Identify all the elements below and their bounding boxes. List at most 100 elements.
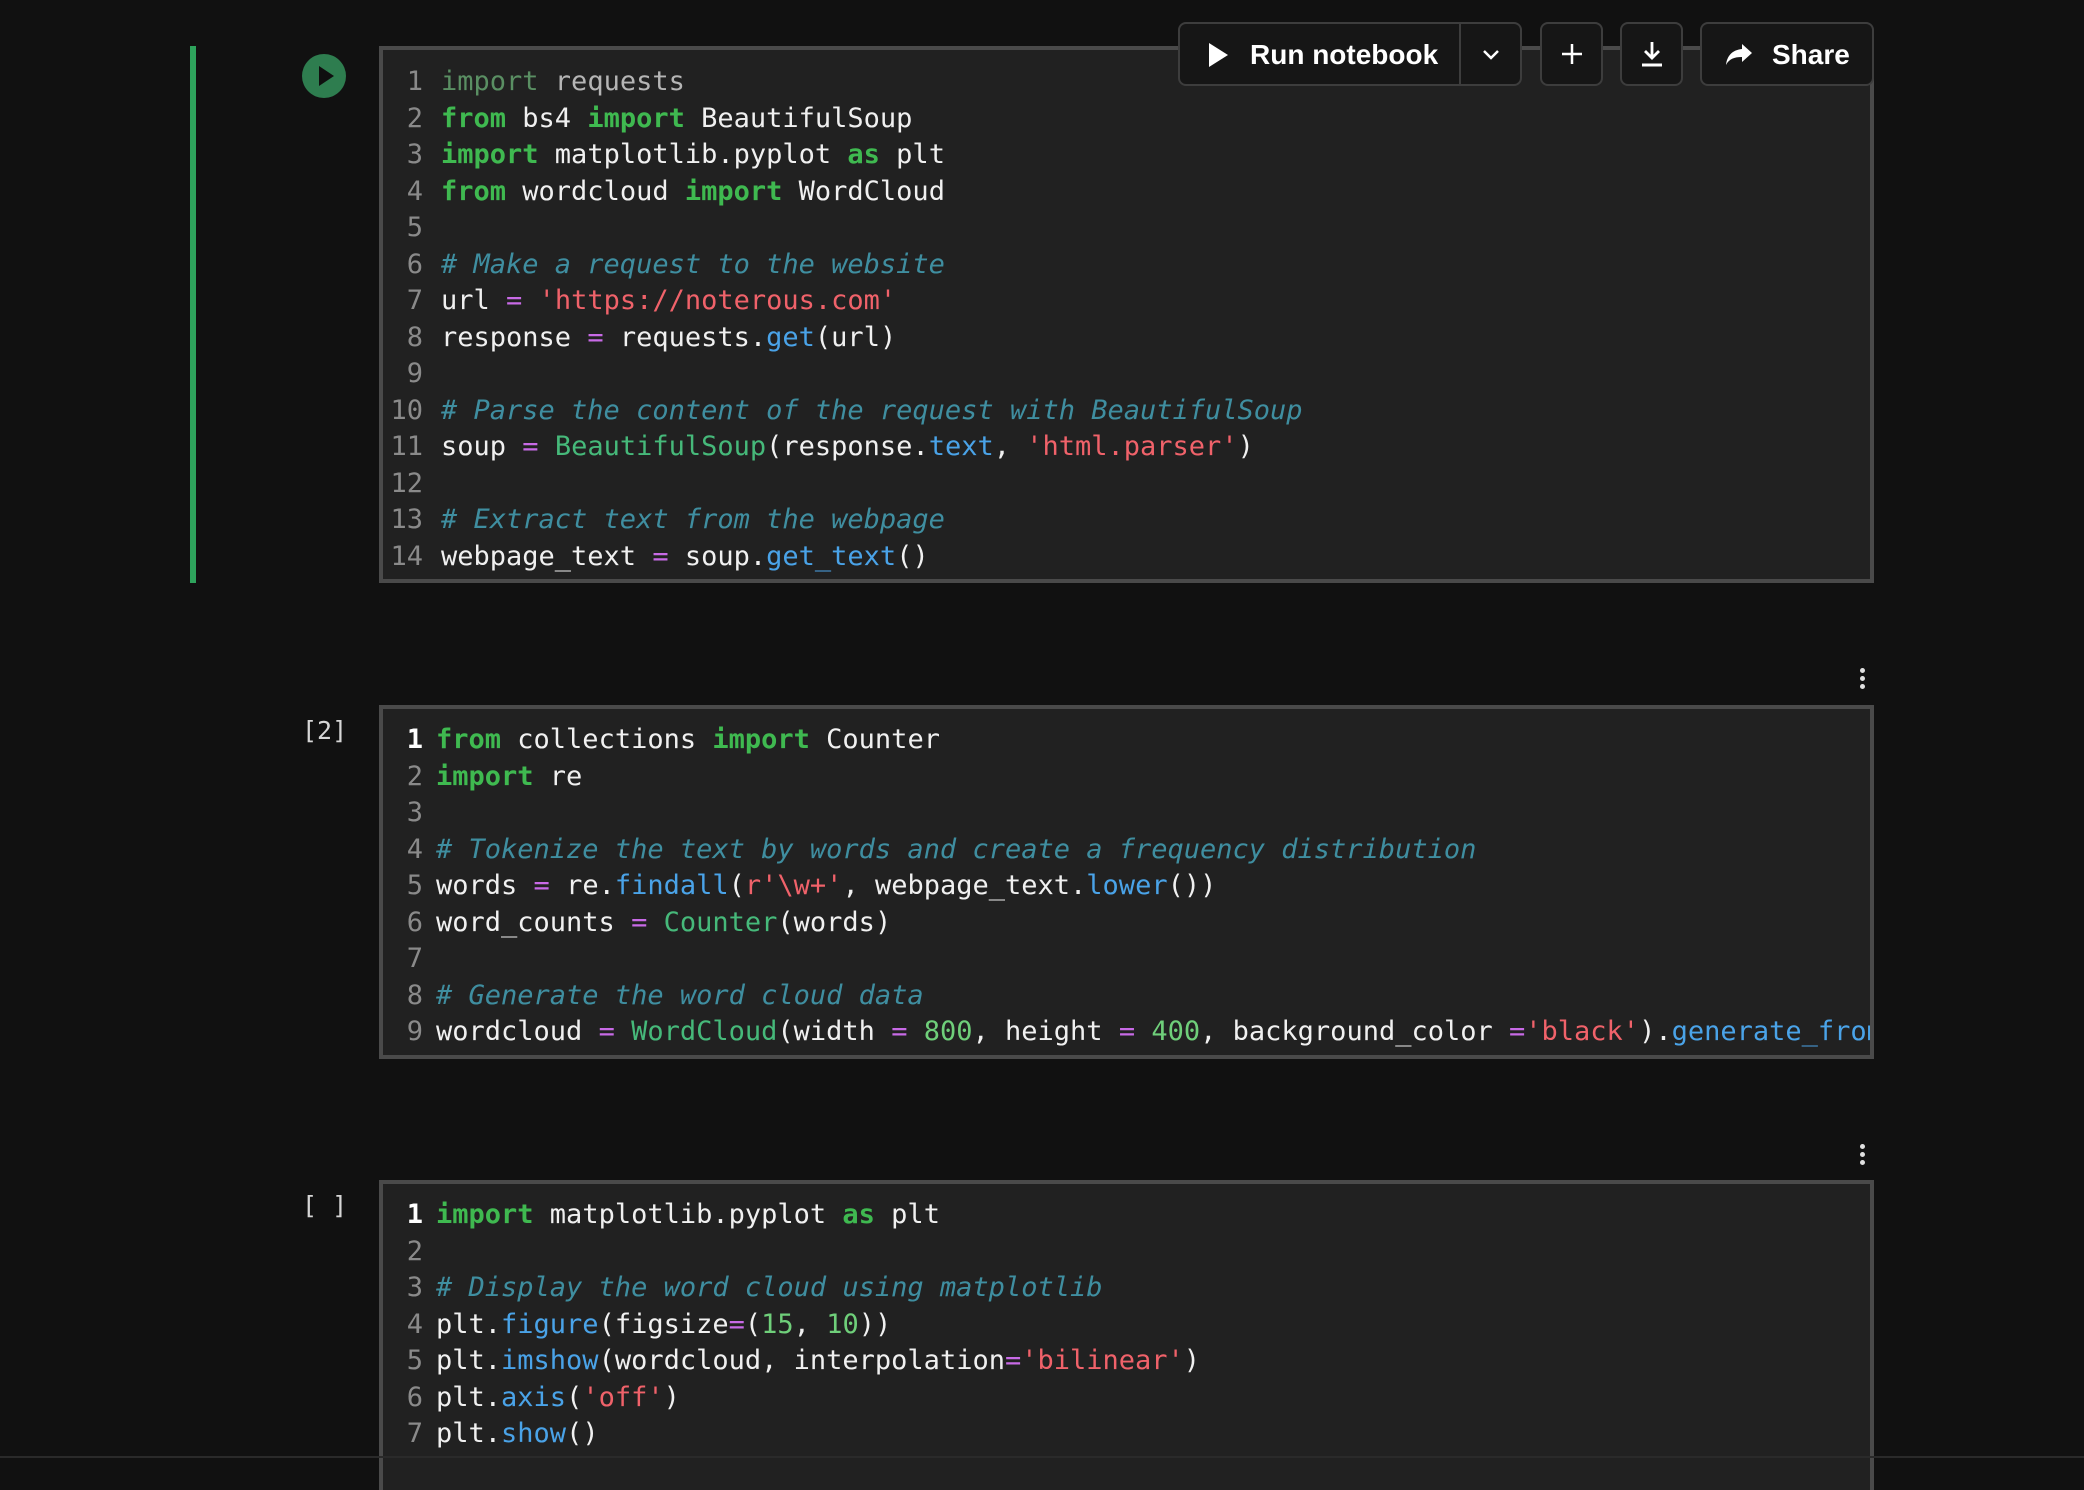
line-number: 2 [406,102,423,134]
code-text: # Generate the word cloud data [436,978,924,1014]
run-notebook-button[interactable]: Run notebook [1178,22,1461,86]
code-token: (words) [777,906,892,938]
line-number: 2 [406,760,423,792]
code-token: ()) [1167,870,1217,901]
code-token: from [441,175,507,207]
run-cell-button[interactable] [302,54,346,98]
add-cell-button[interactable] [1540,22,1603,86]
code-text: from collections import Counter [436,722,940,758]
code-token: = [1509,1016,1526,1047]
code-text: # Parse the content of the request with … [441,393,1303,429]
code-token: = [533,870,550,901]
line-number: 3 [406,797,423,828]
line-number: 5 [406,870,423,901]
code-token: = [728,1308,745,1340]
code-token: imshow [501,1345,599,1376]
code-text: # Display the word cloud using matplotli… [436,1270,1102,1306]
code-token: (width [777,1016,892,1047]
code-text: words = re.findall(r'\w+', webpage_text.… [436,868,1216,904]
code-token: 800 [923,1016,973,1047]
code-token: 'https://noterous.com' [538,285,897,316]
line-number: 6 [406,1381,423,1413]
code-text: wordcloud = WordCloud(width = 800, heigh… [436,1014,1870,1050]
code-token: get [766,321,815,353]
code-token: # Parse the content of the request with … [441,394,1303,426]
share-button[interactable]: Share [1700,22,1874,86]
line-number: 7 [406,943,423,974]
code-token: ( [566,1381,583,1413]
code-token: show [501,1418,567,1449]
code-token: lower [1086,870,1168,901]
code-editor-cell-1[interactable]: 1 import requests 2 from bs4 import Beautif… [379,46,1874,583]
code-token: BeautifulSoup [684,102,913,134]
code-token: = [891,1016,908,1047]
code-token: wordcloud [506,175,685,207]
code-text: response = requests.get(url) [441,320,896,356]
code-text: # Tokenize the text by words and create … [436,832,1476,868]
cell-menu-button[interactable] [1852,665,1872,695]
code-token: , height [972,1016,1119,1047]
line-number: 14 [390,540,423,572]
code-token: 15 [761,1308,794,1340]
line-number: 4 [406,833,423,865]
code-token: = [1004,1345,1022,1376]
code-token: re [533,760,583,792]
code-token: WordCloud [782,175,945,207]
code-token: , webpage_text. [842,870,1087,901]
code-token: ) [663,1381,680,1413]
code-token: (figsize [598,1308,729,1340]
code-token: ) [1237,431,1254,462]
code-text: import requests [441,64,685,100]
play-icon [1209,43,1228,67]
code-token: 'off' [582,1381,664,1413]
code-token: get_text [766,540,897,572]
code-token: plt. [436,1345,502,1376]
line-number: 1 [406,1199,423,1230]
code-text: plt.imshow(wordcloud, interpolation='bil… [436,1343,1200,1379]
code-text: url = 'https://noterous.com' [441,283,896,319]
code-token: () [896,540,929,572]
line-number: 4 [406,1308,423,1340]
code-token: ). [1639,1016,1672,1047]
code-editor-cell-2[interactable]: 1 from collections import Counter 2 import … [379,705,1874,1059]
code-text: from bs4 import BeautifulSoup [441,101,912,137]
code-token: collections [501,724,713,755]
code-text: soup = BeautifulSoup(response.text, 'htm… [441,429,1254,465]
code-token: Counter [809,724,940,755]
code-token: bs4 [506,102,588,134]
code-token: re. [549,870,615,901]
code-token: , [993,431,1027,462]
code-token: plt. [436,1308,502,1340]
code-editor-cell-3[interactable]: 1 import matplotlib.pyplot as plt 2 3 # Disp… [379,1180,1874,1490]
code-text: word_counts = Counter(words) [436,905,891,941]
code-token: # Extract text from the webpage [441,504,945,535]
run-options-dropdown[interactable] [1459,22,1522,86]
code-token: # Display the word cloud using matplotli… [436,1272,1103,1303]
code-token: ( [728,870,745,901]
code-token: requests [538,66,685,97]
window-bottom-border [0,1456,2084,1458]
line-number: 9 [406,1016,423,1047]
code-text: import matplotlib.pyplot as plt [441,137,945,173]
download-button[interactable] [1620,22,1683,86]
code-token: matplotlib.pyplot [533,1199,843,1230]
code-text: plt.figure(figsize=(15, 10)) [436,1307,891,1343]
cell-menu-button[interactable] [1852,1141,1872,1171]
code-token: = [506,285,523,316]
code-token: matplotlib.pyplot [538,139,848,170]
code-token: ( [744,1308,762,1340]
code-token: BeautifulSoup [554,431,767,462]
line-number: 10 [390,394,423,426]
code-token: = [631,906,648,938]
line-number: 6 [406,248,423,280]
line-number: 7 [406,1418,423,1449]
code-token: import [441,139,539,170]
line-number: 2 [406,1235,423,1267]
code-token: 'bilinear' [1021,1345,1184,1376]
line-number: 8 [406,321,423,353]
code-text: import matplotlib.pyplot as plt [436,1197,940,1233]
code-token: , [793,1308,827,1340]
code-token: text [928,431,994,462]
